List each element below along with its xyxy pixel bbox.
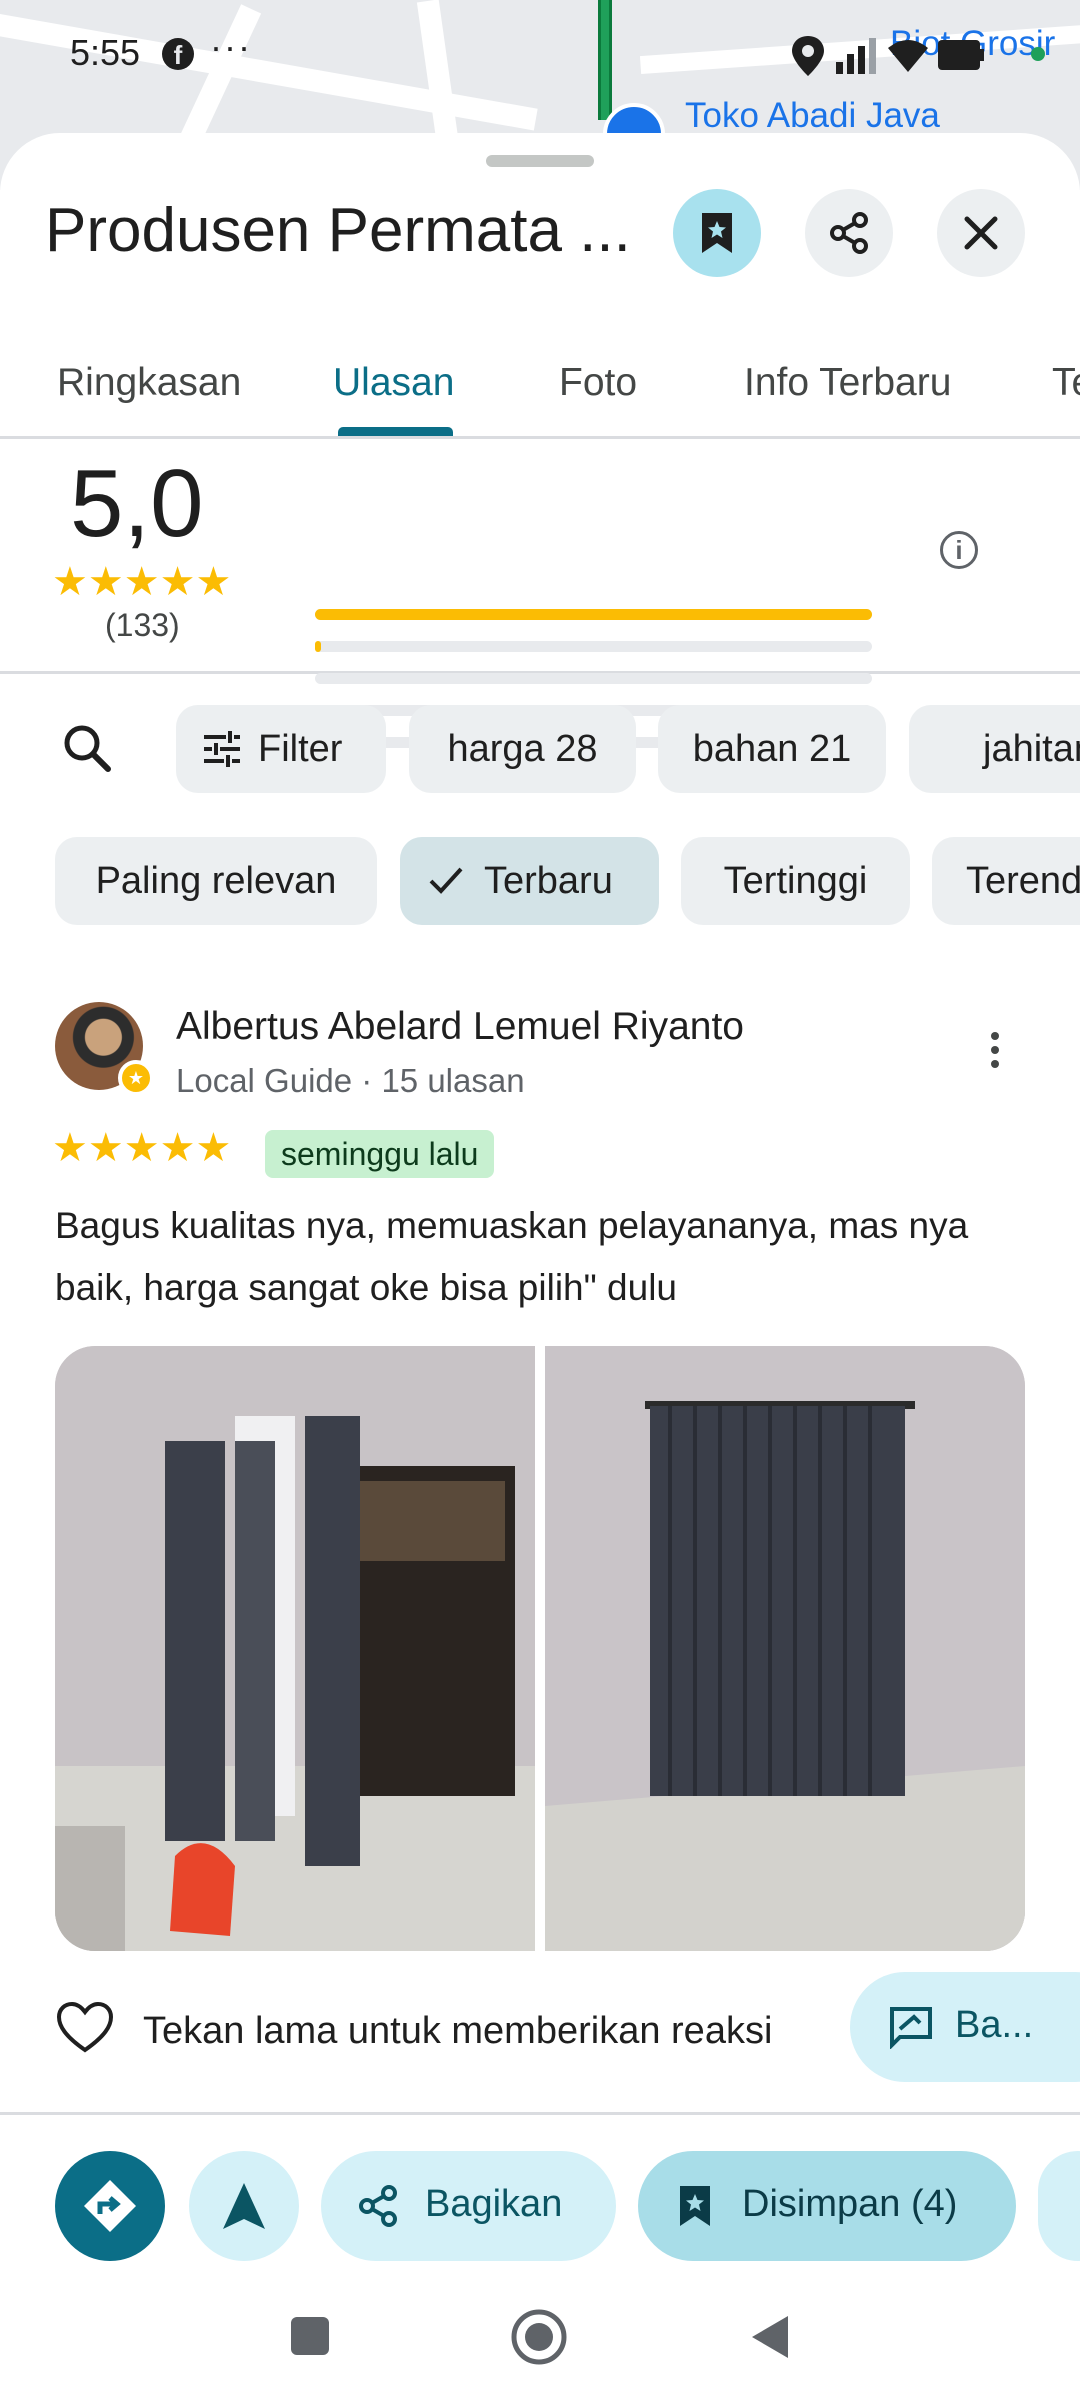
rating-bar-3 bbox=[315, 673, 872, 684]
filter-chip[interactable]: Filter bbox=[176, 705, 386, 793]
back-icon[interactable] bbox=[748, 2312, 792, 2362]
recents-icon[interactable] bbox=[288, 2314, 332, 2358]
tab-info-terbaru[interactable]: Info Terbaru bbox=[744, 333, 951, 436]
rating-summary: 5,0 ★★★★★ (133) i bbox=[0, 439, 1080, 748]
sort-chip-terendah[interactable]: Terend bbox=[932, 837, 1080, 925]
more-actions-button[interactable] bbox=[1038, 2151, 1080, 2261]
more-options-icon[interactable] bbox=[980, 1028, 1010, 1078]
sort-chip-paling-relevan[interactable]: Paling relevan bbox=[55, 837, 377, 925]
directions-icon bbox=[84, 2180, 136, 2232]
rating-score: 5,0 bbox=[70, 450, 204, 557]
rating-bar-4 bbox=[315, 641, 872, 652]
rating-count: (133) bbox=[105, 607, 180, 643]
location-icon bbox=[792, 36, 824, 76]
reviewer-name[interactable]: Albertus Abelard Lemuel Riyanto bbox=[176, 1005, 744, 1049]
heart-icon[interactable] bbox=[55, 2000, 115, 2056]
sort-chip-terbaru[interactable]: Terbaru bbox=[400, 837, 659, 925]
share-button[interactable] bbox=[805, 189, 893, 277]
tune-icon bbox=[204, 731, 240, 767]
place-sheet: Produsen Permata ... Ringkasan Ulasan Fo… bbox=[0, 133, 1080, 2400]
review-photo[interactable] bbox=[55, 1346, 535, 1951]
tab-more[interactable]: Te bbox=[1052, 333, 1080, 436]
system-nav-bar bbox=[0, 2292, 1080, 2400]
status-icons bbox=[792, 36, 1045, 76]
tab-ringkasan[interactable]: Ringkasan bbox=[57, 333, 241, 436]
signal-icon bbox=[836, 38, 876, 74]
curtain-photo-image bbox=[545, 1346, 1025, 1951]
tab-ulasan[interactable]: Ulasan bbox=[333, 333, 454, 436]
drag-handle[interactable] bbox=[486, 155, 594, 167]
home-icon[interactable] bbox=[510, 2308, 568, 2366]
reply-button[interactable]: Ba... bbox=[850, 1972, 1080, 2082]
wifi-icon bbox=[888, 40, 928, 72]
review-stars: ★★★★★ bbox=[52, 1126, 232, 1170]
bookmark-icon bbox=[680, 2186, 710, 2226]
filter-chip-label: Filter bbox=[258, 728, 343, 770]
saved-label: Disimpan (4) bbox=[742, 2183, 958, 2225]
active-tab-indicator bbox=[338, 427, 453, 436]
share-place-label: Bagikan bbox=[425, 2183, 563, 2225]
reply-button-label: Ba... bbox=[955, 2004, 1034, 2046]
saved-button[interactable]: Disimpan (4) bbox=[638, 2151, 1016, 2261]
topic-chip-harga[interactable]: harga 28 bbox=[409, 705, 636, 793]
rating-stars: ★★★★★ bbox=[52, 560, 232, 604]
share-icon bbox=[830, 212, 868, 254]
bookmark-icon bbox=[702, 213, 732, 253]
place-title: Produsen Permata ... bbox=[45, 196, 631, 265]
react-hint-text: Tekan lama untuk memberikan reaksi bbox=[143, 2010, 773, 2052]
review-date-badge: seminggu lalu bbox=[265, 1130, 495, 1178]
curtain-photo-image bbox=[55, 1346, 535, 1951]
topic-chip-bahan[interactable]: bahan 21 bbox=[658, 705, 886, 793]
share-icon bbox=[359, 2185, 397, 2227]
review-text: Bagus kualitas nya, memuaskan pelayanany… bbox=[55, 1205, 969, 1308]
rating-bar-5 bbox=[315, 609, 872, 620]
facebook-notification-icon: f bbox=[162, 38, 194, 70]
action-bar: Bagikan Disimpan (4) bbox=[0, 2112, 1080, 2292]
save-button[interactable] bbox=[673, 189, 761, 277]
local-guide-badge-icon: ★ bbox=[118, 1060, 154, 1096]
search-icon[interactable] bbox=[60, 721, 114, 775]
tab-foto[interactable]: Foto bbox=[559, 333, 637, 436]
start-navigation-button[interactable] bbox=[189, 2151, 299, 2261]
battery-icon bbox=[938, 40, 984, 70]
topic-chip-jahitan[interactable]: jahitan bbox=[909, 705, 1080, 793]
sort-chip-tertinggi[interactable]: Tertinggi bbox=[681, 837, 910, 925]
close-icon bbox=[964, 216, 998, 250]
reply-review-icon bbox=[890, 2007, 932, 2049]
place-tabs: Ringkasan Ulasan Foto Info Terbaru Te bbox=[0, 333, 1080, 439]
close-button[interactable] bbox=[937, 189, 1025, 277]
status-time: 5:55 bbox=[70, 32, 141, 73]
status-bar: 5:55 f ··· bbox=[0, 0, 1080, 110]
share-place-button[interactable]: Bagikan bbox=[321, 2151, 616, 2261]
privacy-dot-icon bbox=[1031, 47, 1045, 61]
directions-button[interactable] bbox=[55, 2151, 165, 2261]
more-notifications-icon: ··· bbox=[210, 26, 252, 67]
reviewer-meta: Local Guide · 15 ulasan bbox=[176, 1062, 525, 1099]
review-photo[interactable] bbox=[545, 1346, 1025, 1951]
navigation-arrow-icon bbox=[223, 2183, 265, 2229]
check-icon bbox=[429, 867, 463, 894]
info-icon[interactable]: i bbox=[940, 531, 978, 569]
sort-chip-label: Terbaru bbox=[484, 860, 613, 902]
